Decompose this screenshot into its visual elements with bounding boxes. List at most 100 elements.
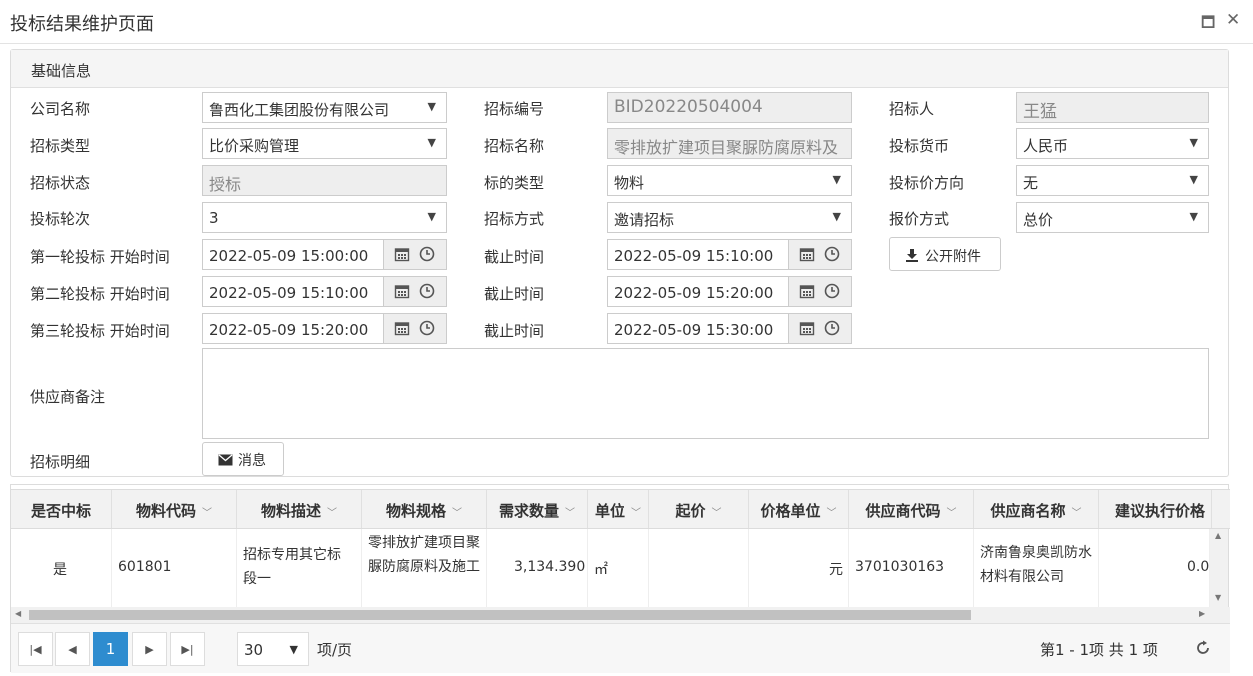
clock-icon[interactable] xyxy=(824,246,840,262)
page-size-select[interactable]: 30 ▼ xyxy=(237,632,309,666)
cell-desc: 招标专用其它标段一 xyxy=(237,529,362,607)
status-field[interactable]: 授标 xyxy=(202,165,447,196)
quote-select[interactable]: 总价 ▼ xyxy=(1016,202,1209,233)
sort-chevron-icon[interactable]: ﹀ xyxy=(452,508,462,519)
sort-chevron-icon[interactable]: ﹀ xyxy=(827,508,837,519)
next-page-button[interactable]: ▶ xyxy=(132,632,167,666)
calendar-icon[interactable] xyxy=(799,246,815,262)
clock-icon[interactable] xyxy=(419,320,435,336)
col-suggest-price[interactable]: 建议执行价格 xyxy=(1099,490,1212,528)
calendar-icon[interactable] xyxy=(799,283,815,299)
calendar-icon[interactable] xyxy=(394,283,410,299)
round1-start-picker[interactable]: 2022-05-09 15:00:00 xyxy=(202,239,447,270)
last-page-button[interactable]: ▶| xyxy=(170,632,205,666)
horizontal-scrollbar[interactable]: ◀ ▶ xyxy=(11,607,1230,623)
price-direction-value: 无 xyxy=(1023,174,1039,192)
col-suggest-price-label: 建议执行价格 xyxy=(1115,502,1206,520)
table-row[interactable]: 是 601801 招标专用其它标段一 零排放扩建项目聚脲防腐原料及施工 3,13… xyxy=(11,529,1210,607)
round2-end-picker[interactable]: 2022-05-09 15:20:00 xyxy=(607,276,852,307)
close-icon[interactable]: ✕ xyxy=(1226,10,1240,30)
col-won[interactable]: 是否中标 xyxy=(11,490,112,528)
round-select[interactable]: 3 ▼ xyxy=(202,202,447,233)
round1-start-label: 第一轮投标 开始时间 xyxy=(30,248,170,266)
sort-chevron-icon[interactable]: ﹀ xyxy=(712,508,722,519)
price-direction-label: 投标价方向 xyxy=(889,174,965,192)
calendar-icon[interactable] xyxy=(394,320,410,336)
prev-page-button[interactable]: ◀ xyxy=(55,632,90,666)
prev-page-icon: ◀ xyxy=(68,643,77,656)
target-type-label: 标的类型 xyxy=(484,174,545,192)
clock-icon[interactable] xyxy=(419,283,435,299)
quote-label: 报价方式 xyxy=(889,210,950,228)
sort-chevron-icon[interactable]: ﹀ xyxy=(947,508,957,519)
tenderer-field[interactable]: 王猛 xyxy=(1016,92,1209,123)
round3-start-picker[interactable]: 2022-05-09 15:20:00 xyxy=(202,313,447,344)
clock-icon[interactable] xyxy=(824,320,840,336)
round3-end-picker[interactable]: 2022-05-09 15:30:00 xyxy=(607,313,852,344)
picker-addon xyxy=(383,314,446,343)
company-select[interactable]: 鲁西化工集团股份有限公司 ▼ xyxy=(202,92,447,123)
message-button[interactable]: 消息 xyxy=(202,442,284,476)
col-unit[interactable]: 单位 ﹀ xyxy=(588,490,649,528)
round2-start-picker[interactable]: 2022-05-09 15:10:00 xyxy=(202,276,447,307)
col-start-price[interactable]: 起价 ﹀ xyxy=(649,490,749,528)
cell-desc-value: 招标专用其它标段一 xyxy=(243,547,341,587)
col-desc[interactable]: 物料描述 ﹀ xyxy=(237,490,362,528)
public-attachment-button[interactable]: 公开附件 xyxy=(889,237,1001,271)
panel-title: 基础信息 xyxy=(11,50,1228,88)
quote-value: 总价 xyxy=(1023,211,1054,229)
maximize-icon[interactable]: 🗖 xyxy=(1201,12,1215,37)
current-page-button[interactable]: 1 xyxy=(93,632,128,666)
col-won-label: 是否中标 xyxy=(30,502,91,520)
tenderer-label: 招标人 xyxy=(889,100,935,118)
col-code[interactable]: 物料代码 ﹀ xyxy=(112,490,237,528)
bid-name-label: 招标名称 xyxy=(484,137,545,155)
clock-icon[interactable] xyxy=(824,283,840,299)
cell-supplier-code: 3701030163 xyxy=(849,529,974,607)
clock-icon[interactable] xyxy=(419,246,435,262)
method-value: 邀请招标 xyxy=(614,211,675,229)
bid-name-field[interactable]: 零排放扩建项目聚脲防腐原料及 xyxy=(607,128,852,159)
calendar-icon[interactable] xyxy=(799,320,815,336)
sort-chevron-icon[interactable]: ﹀ xyxy=(631,508,641,519)
target-type-select[interactable]: 物料 ▼ xyxy=(607,165,852,196)
round1-end-picker[interactable]: 2022-05-09 15:10:00 xyxy=(607,239,852,270)
window-titlebar: 投标结果维护页面 🗖 ✕ xyxy=(0,0,1253,44)
scroll-right-icon[interactable]: ▶ xyxy=(1199,609,1205,618)
sort-chevron-icon[interactable]: ﹀ xyxy=(565,508,575,519)
col-supplier-code[interactable]: 供应商代码 ﹀ xyxy=(849,490,974,528)
sort-chevron-icon[interactable]: ﹀ xyxy=(1072,508,1082,519)
pagination-bar: |◀ ◀ 1 ▶ ▶| 30 ▼ 项/页 第1 - 1项 共 1 项 xyxy=(11,623,1230,673)
chevron-down-icon: ▼ xyxy=(427,210,436,223)
scrollbar-thumb[interactable] xyxy=(29,610,971,620)
scroll-left-icon[interactable]: ◀ xyxy=(15,609,21,618)
col-price-unit[interactable]: 价格单位 ﹀ xyxy=(749,490,849,528)
bid-type-select[interactable]: 比价采购管理 ▼ xyxy=(202,128,447,159)
sort-chevron-icon[interactable]: ﹀ xyxy=(327,508,337,519)
supplier-remark-textarea[interactable] xyxy=(202,348,1209,439)
cell-qty: 3,134.390 xyxy=(487,529,588,607)
col-qty-label: 需求数量 xyxy=(498,502,559,520)
round-value: 3 xyxy=(209,209,219,227)
currency-select[interactable]: 人民币 ▼ xyxy=(1016,128,1209,159)
scroll-up-icon[interactable]: ▲ xyxy=(1215,531,1221,540)
col-supplier-name[interactable]: 供应商名称 ﹀ xyxy=(974,490,1099,528)
round2-end-label: 截止时间 xyxy=(484,285,545,303)
picker-addon xyxy=(788,314,851,343)
col-supplier-code-label: 供应商代码 xyxy=(865,502,941,520)
cell-spec: 零排放扩建项目聚脲防腐原料及施工 xyxy=(362,529,487,607)
price-direction-select[interactable]: 无 ▼ xyxy=(1016,165,1209,196)
last-page-icon: ▶| xyxy=(181,643,194,656)
bid-no-field[interactable]: BID20220504004 xyxy=(607,92,852,123)
col-qty[interactable]: 需求数量 ﹀ xyxy=(487,490,588,528)
method-select[interactable]: 邀请招标 ▼ xyxy=(607,202,852,233)
company-value: 鲁西化工集团股份有限公司 xyxy=(209,101,390,119)
vertical-scrollbar[interactable]: ▲ ▼ xyxy=(1210,529,1228,607)
first-page-button[interactable]: |◀ xyxy=(18,632,53,666)
sort-chevron-icon[interactable]: ﹀ xyxy=(202,508,212,519)
cell-code-value: 601801 xyxy=(118,559,172,575)
calendar-icon[interactable] xyxy=(394,246,410,262)
col-spec[interactable]: 物料规格 ﹀ xyxy=(362,490,487,528)
scroll-down-icon[interactable]: ▼ xyxy=(1215,593,1221,602)
refresh-icon[interactable] xyxy=(1195,640,1211,656)
